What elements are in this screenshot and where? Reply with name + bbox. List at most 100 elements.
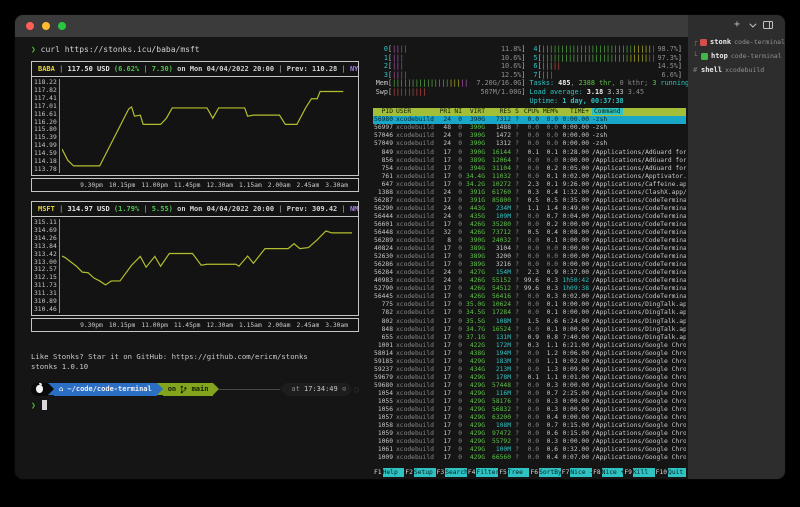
process-row[interactable]: 856xcodebuild170389G12064?0.00.00:00.00/… bbox=[373, 157, 686, 165]
column-header-cpu[interactable]: CPU% bbox=[523, 108, 539, 116]
cell: 0:00.00 bbox=[561, 140, 589, 148]
cell: 24 bbox=[439, 277, 451, 285]
process-row[interactable]: 1055xcodebuild170429G58176?0.00.30:00.00… bbox=[373, 398, 686, 406]
process-row[interactable]: 775xcodebuild17035.0G10624?0.00.10:00.00… bbox=[373, 301, 686, 309]
process-row[interactable]: 59680xcodebuild170429G57448?0.00.30:00.0… bbox=[373, 382, 686, 390]
split-view-icon[interactable] bbox=[763, 21, 773, 29]
column-header-pri[interactable]: PRI bbox=[439, 108, 451, 116]
process-row[interactable]: 1061xcodebuild170429G100M?0.00.60:32.00/… bbox=[373, 446, 686, 454]
process-row[interactable]: 56601xcodebuild170426G35280?0.00.20:00.0… bbox=[373, 221, 686, 229]
window-titlebar[interactable] bbox=[15, 15, 688, 37]
process-row[interactable]: 56997xcodebuild480390G1488?0.00.00:00.00… bbox=[373, 124, 686, 132]
process-row[interactable]: 57046xcodebuild240390G1472?0.00.00:00.00… bbox=[373, 132, 686, 140]
cell: /Applications/Google Chro bbox=[592, 438, 686, 446]
meter-4: 4[||||||||||||||||||||||||||||||||98.7%] bbox=[530, 45, 683, 54]
process-row[interactable]: 56445xcodebuild170426G56416?0.00.30:02.0… bbox=[373, 293, 686, 301]
column-header-ni[interactable]: NI bbox=[454, 108, 462, 116]
fkey-help[interactable]: F1Help bbox=[373, 468, 404, 477]
fkey-key: F2 bbox=[404, 468, 414, 477]
process-row[interactable]: 1054xcodebuild170429G116M?0.00.72:25.00/… bbox=[373, 390, 686, 398]
sidebar-header: + bbox=[688, 15, 785, 31]
close-button[interactable] bbox=[26, 22, 34, 30]
sidebar-item-shell[interactable]: #shellxcodebuild bbox=[693, 63, 785, 77]
process-row[interactable]: 56290xcodebuild240443G234M?1.11.40:49.00… bbox=[373, 205, 686, 213]
fkey-quit[interactable]: F10Quit bbox=[655, 468, 686, 477]
process-row[interactable]: 802xcodebuild17035.5G108M?1.50.66:24.00/… bbox=[373, 318, 686, 326]
cell: 16524 bbox=[488, 326, 511, 334]
cell: 1h50:42 bbox=[561, 277, 589, 285]
process-row[interactable]: 56287xcodebuild170391G85800?0.50.50:35.0… bbox=[373, 197, 686, 205]
fkey-filter[interactable]: F4Filter bbox=[467, 468, 498, 477]
cell: 0.0 bbox=[523, 382, 539, 390]
column-header-pid[interactable]: PID bbox=[373, 108, 393, 116]
column-header-command[interactable]: Command bbox=[592, 108, 686, 116]
fkey-kill[interactable]: F9Kill bbox=[623, 468, 654, 477]
process-table-header[interactable]: PIDUSERPRINIVIRTRESSCPU%MEM%TIME+Command bbox=[373, 108, 686, 116]
cell: ? bbox=[514, 261, 520, 269]
process-row[interactable]: 59237xcodebuild170434G213M?0.01.30:09.00… bbox=[373, 366, 686, 374]
process-row[interactable]: 56448xcodebuild320426G73712?0.50.40:08.0… bbox=[373, 229, 686, 237]
shell-input-line[interactable]: ❯ bbox=[31, 400, 359, 410]
cell: 0.0 bbox=[523, 390, 539, 398]
process-row[interactable]: 59679xcodebuild170429G178M?0.11.10:01.00… bbox=[373, 374, 686, 382]
process-row[interactable]: 56444xcodebuild240435G109M?0.00.70:04.00… bbox=[373, 213, 686, 221]
process-row[interactable]: 56286xcodebuild170389G3216?0.00.00:00.00… bbox=[373, 261, 686, 269]
column-header-virt[interactable]: VIRT bbox=[465, 108, 485, 116]
text-span: , bbox=[570, 79, 578, 87]
process-row[interactable]: 655xcodebuild17037.1G131M?0.90.87:40.00/… bbox=[373, 334, 686, 342]
process-row[interactable]: 1001xcodebuild170422G172M?0.31.16:21.00/… bbox=[373, 342, 686, 350]
process-row[interactable]: 59185xcodebuild170429G183M?0.01.10:02.00… bbox=[373, 358, 686, 366]
process-row[interactable]: 52630xcodebuild170389G3200?0.00.00:00.00… bbox=[373, 253, 686, 261]
process-row[interactable]: 1057xcodebuild170429G63200?0.00.40:00.00… bbox=[373, 414, 686, 422]
fkey-setup[interactable]: F2Setup bbox=[404, 468, 435, 477]
cell: 85800 bbox=[488, 197, 511, 205]
process-row[interactable]: 647xcodebuild17034.2G10272?2.30.19:26.00… bbox=[373, 181, 686, 189]
process-row[interactable]: 52790xcodebuild170426G54512?99.60.31h09:… bbox=[373, 285, 686, 293]
fkey-nice[interactable]: F8Nice + bbox=[592, 468, 623, 477]
process-row[interactable]: 58014xcodebuild170438G194M?0.01.20:06.00… bbox=[373, 350, 686, 358]
fkey-sortby[interactable]: F6SortBy bbox=[529, 468, 560, 477]
process-row[interactable]: 1059xcodebuild170429G97472?0.00.60:15.00… bbox=[373, 430, 686, 438]
process-row[interactable]: 1056xcodebuild170429G56832?0.00.30:00.00… bbox=[373, 406, 686, 414]
process-row[interactable]: 754xcodebuild170394G31104?0.00.20:05.00/… bbox=[373, 165, 686, 173]
cell: 0.7 bbox=[542, 390, 558, 398]
column-header-time[interactable]: TIME+ bbox=[561, 108, 589, 116]
process-row[interactable]: 56980xcodebuild240390G7312?0.00.00:00.00… bbox=[373, 116, 686, 124]
cell: -zsh bbox=[592, 132, 686, 140]
fkey-nice[interactable]: F7Nice - bbox=[561, 468, 592, 477]
command-line: ❯ curl https://stonks.icu/baba/msft bbox=[31, 45, 359, 54]
process-row[interactable]: 848xcodebuild17034.7G16524?0.00.10:00.00… bbox=[373, 326, 686, 334]
process-row[interactable]: 782xcodebuild17034.5G17284?0.00.10:00.00… bbox=[373, 309, 686, 317]
fkey-search[interactable]: F3Search bbox=[436, 468, 467, 477]
process-row[interactable]: 1058xcodebuild170429G108M?0.00.70:15.00/… bbox=[373, 422, 686, 430]
process-row[interactable]: 40983xcodebuild240426G55152?99.60.31h50:… bbox=[373, 277, 686, 285]
cell: 3200 bbox=[488, 253, 511, 261]
sidebar-item-stonk[interactable]: ┌stonkcode-terminal bbox=[693, 35, 785, 49]
process-row[interactable]: 56284xcodebuild240427G154M?2.30.90:37.00… bbox=[373, 269, 686, 277]
chevron-down-icon[interactable] bbox=[749, 20, 756, 27]
sidebar-item-htop[interactable]: └htopcode-terminal bbox=[693, 49, 785, 63]
process-row[interactable]: 849xcodebuild170390G16144?0.10.10:28.00/… bbox=[373, 149, 686, 157]
cell: 390G bbox=[465, 149, 485, 157]
column-header-mem[interactable]: MEM% bbox=[542, 108, 558, 116]
process-row[interactable]: 1009xcodebuild170429G66560?0.00.40:07.00… bbox=[373, 454, 686, 462]
process-row[interactable]: 1060xcodebuild170429G55792?0.00.30:00.00… bbox=[373, 438, 686, 446]
process-row[interactable]: 761xcodebuild17034.4G11032?0.00.10:02.00… bbox=[373, 173, 686, 181]
cell: 9:26.00 bbox=[561, 181, 589, 189]
process-row[interactable]: 1388xcodebuild240391G61760?0.30.41:32.00… bbox=[373, 189, 686, 197]
cell: 848 bbox=[373, 326, 393, 334]
minimize-button[interactable] bbox=[42, 22, 50, 30]
process-row[interactable]: 56289xcodebuild80390G24032?0.00.10:00.00… bbox=[373, 237, 686, 245]
cell: 390G bbox=[465, 124, 485, 132]
column-header-user[interactable]: USER bbox=[396, 108, 436, 116]
fkey-tree[interactable]: F5Tree bbox=[498, 468, 529, 477]
text-span: Tasks: bbox=[530, 79, 559, 87]
zoom-button[interactable] bbox=[58, 22, 66, 30]
new-pane-button[interactable]: + bbox=[734, 20, 740, 30]
column-header-s[interactable]: S bbox=[514, 108, 520, 116]
process-row[interactable]: 57049xcodebuild240390G1312?0.00.00:00.00… bbox=[373, 140, 686, 148]
column-header-res[interactable]: RES bbox=[488, 108, 511, 116]
cell: 99.6 bbox=[523, 285, 539, 293]
process-row[interactable]: 40824xcodebuild170389G3104?0.00.00:00.00… bbox=[373, 245, 686, 253]
meter-tick-group: | bbox=[403, 71, 407, 79]
